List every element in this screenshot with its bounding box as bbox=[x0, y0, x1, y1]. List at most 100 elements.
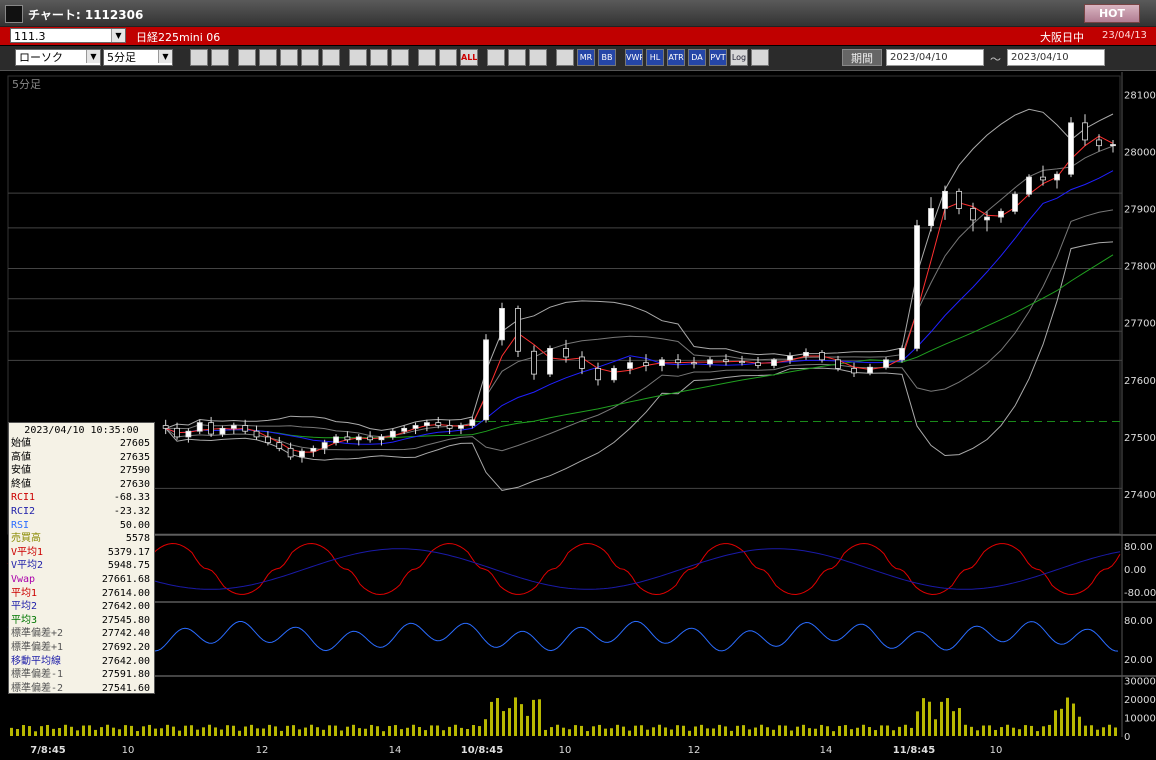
date-from-value: 2023/04/10 bbox=[890, 52, 948, 63]
chevron-down-icon[interactable]: ▼ bbox=[111, 29, 125, 42]
candle-body bbox=[643, 362, 649, 366]
time-tick-label: 7/8:45 bbox=[30, 745, 66, 756]
volume-bar bbox=[304, 727, 307, 736]
volume-bar bbox=[682, 725, 685, 736]
volume-bar bbox=[814, 728, 817, 736]
volume-bar bbox=[928, 701, 931, 736]
volume-bar bbox=[202, 727, 205, 736]
data-window-value: -23.32 bbox=[113, 505, 150, 517]
vwp-button[interactable]: VWP bbox=[625, 49, 643, 66]
hot-button[interactable]: HOT bbox=[1084, 4, 1140, 23]
volume-bar bbox=[1024, 725, 1027, 736]
bar2-button[interactable] bbox=[439, 49, 457, 66]
draw-button[interactable] bbox=[238, 49, 256, 66]
session-label: 大阪日中 bbox=[1040, 31, 1084, 44]
volume-bar bbox=[70, 726, 73, 736]
volume-bar bbox=[58, 728, 61, 736]
volume-bar bbox=[862, 724, 865, 736]
candle-body bbox=[956, 190, 962, 209]
search-button[interactable] bbox=[190, 49, 208, 66]
bar-button[interactable] bbox=[418, 49, 436, 66]
crosshair-button[interactable] bbox=[211, 49, 229, 66]
data-window-label: Vwap bbox=[11, 573, 36, 585]
atr-button[interactable]: ATR bbox=[667, 49, 685, 66]
data-window-value: 5578 bbox=[125, 533, 150, 545]
bb-button[interactable]: BB bbox=[598, 49, 616, 66]
date-from-input[interactable]: 2023/04/10 bbox=[886, 49, 984, 66]
chart-canvas[interactable]: 5分足 28100 28000 27900 27800 27700 27600 27500 27… bbox=[0, 72, 1156, 760]
pen-button[interactable] bbox=[349, 49, 367, 66]
volume-bar bbox=[538, 699, 541, 736]
volume-bar bbox=[838, 725, 841, 736]
export-button[interactable] bbox=[751, 49, 769, 66]
volume-bar bbox=[94, 729, 97, 736]
ma-button[interactable]: MR bbox=[577, 49, 595, 66]
volume-bar bbox=[334, 725, 337, 736]
tools-button[interactable] bbox=[487, 49, 505, 66]
zoom-button[interactable] bbox=[259, 49, 277, 66]
line-button[interactable] bbox=[301, 49, 319, 66]
data-window-label: RCI2 bbox=[11, 505, 36, 517]
candle-body bbox=[755, 362, 761, 366]
interval-select[interactable]: 5分足 ▼ bbox=[103, 49, 173, 66]
candle-body bbox=[1082, 122, 1088, 141]
hl-button[interactable]: HL bbox=[646, 49, 664, 66]
date-to-input[interactable]: 2023/04/10 bbox=[1007, 49, 1105, 66]
period-button[interactable]: 期間 bbox=[842, 49, 882, 66]
data-window-row: RCI1 -68.33 bbox=[11, 491, 152, 505]
chevron-down-icon[interactable]: ▼ bbox=[158, 50, 172, 63]
candle-body bbox=[595, 367, 601, 381]
volume-bar bbox=[166, 724, 169, 736]
volume-bar bbox=[850, 729, 853, 736]
volume-tick-label: 10000 bbox=[1124, 714, 1156, 725]
volume-bar bbox=[634, 725, 637, 736]
color-button[interactable] bbox=[529, 49, 547, 66]
instrument-name: 日経225mini 06 bbox=[136, 31, 221, 44]
time-tick-label: 10 bbox=[559, 745, 572, 756]
cursor-button[interactable] bbox=[370, 49, 388, 66]
volume-bar bbox=[124, 725, 127, 736]
trash-button[interactable] bbox=[322, 49, 340, 66]
symbol-select[interactable]: 111.3 ▼ bbox=[10, 28, 126, 43]
volume-bar bbox=[604, 728, 607, 736]
volume-bar bbox=[88, 725, 91, 736]
chart-type-select[interactable]: ローソク ▼ bbox=[15, 49, 101, 66]
arrow-button[interactable] bbox=[391, 49, 409, 66]
volume-bar bbox=[196, 729, 199, 736]
volume-bar bbox=[142, 726, 145, 736]
volume-bar bbox=[772, 729, 775, 736]
volume-bar bbox=[988, 725, 991, 736]
time-tick-label: 10/8:45 bbox=[461, 745, 503, 756]
all-button[interactable]: ALL bbox=[460, 49, 478, 66]
log-button[interactable]: Log bbox=[730, 49, 748, 66]
band-lower-1 bbox=[165, 209, 1114, 452]
volume-bar bbox=[214, 727, 217, 736]
da-button[interactable]: DA bbox=[688, 49, 706, 66]
data-window-label: V平均1 bbox=[11, 546, 44, 558]
rci-tick-label: 0.00 bbox=[1124, 565, 1146, 576]
volume-bar bbox=[1078, 716, 1081, 736]
data-window-row: 安値 27590 bbox=[11, 464, 152, 478]
pvt-button[interactable]: PVT bbox=[709, 49, 727, 66]
data-window-row: 標準偏差-2 27541.60 bbox=[11, 682, 152, 696]
volume-bar bbox=[664, 727, 667, 736]
time-tick-label: 12 bbox=[688, 745, 701, 756]
volume-bar bbox=[520, 704, 523, 736]
chart-area[interactable]: 5分足 28100 28000 27900 27800 27700 27600 27500 27… bbox=[0, 72, 1156, 760]
volume-bar bbox=[1102, 727, 1105, 736]
band-lower-2 bbox=[165, 241, 1114, 491]
volume-bar bbox=[112, 727, 115, 736]
volume-bar bbox=[802, 724, 805, 736]
data-window-value: 27635 bbox=[119, 451, 150, 463]
chart-button[interactable] bbox=[280, 49, 298, 66]
volume-bar bbox=[976, 730, 979, 736]
volume-bar bbox=[652, 727, 655, 736]
brush-button[interactable] bbox=[508, 49, 526, 66]
data-window-value: 27642.00 bbox=[101, 655, 150, 667]
volume-bar bbox=[808, 728, 811, 736]
grid-button[interactable] bbox=[556, 49, 574, 66]
chevron-down-icon[interactable]: ▼ bbox=[86, 50, 100, 63]
volume-bar bbox=[790, 730, 793, 736]
data-window-row: 平均1 27614.00 bbox=[11, 587, 152, 601]
candle-body bbox=[851, 367, 857, 374]
